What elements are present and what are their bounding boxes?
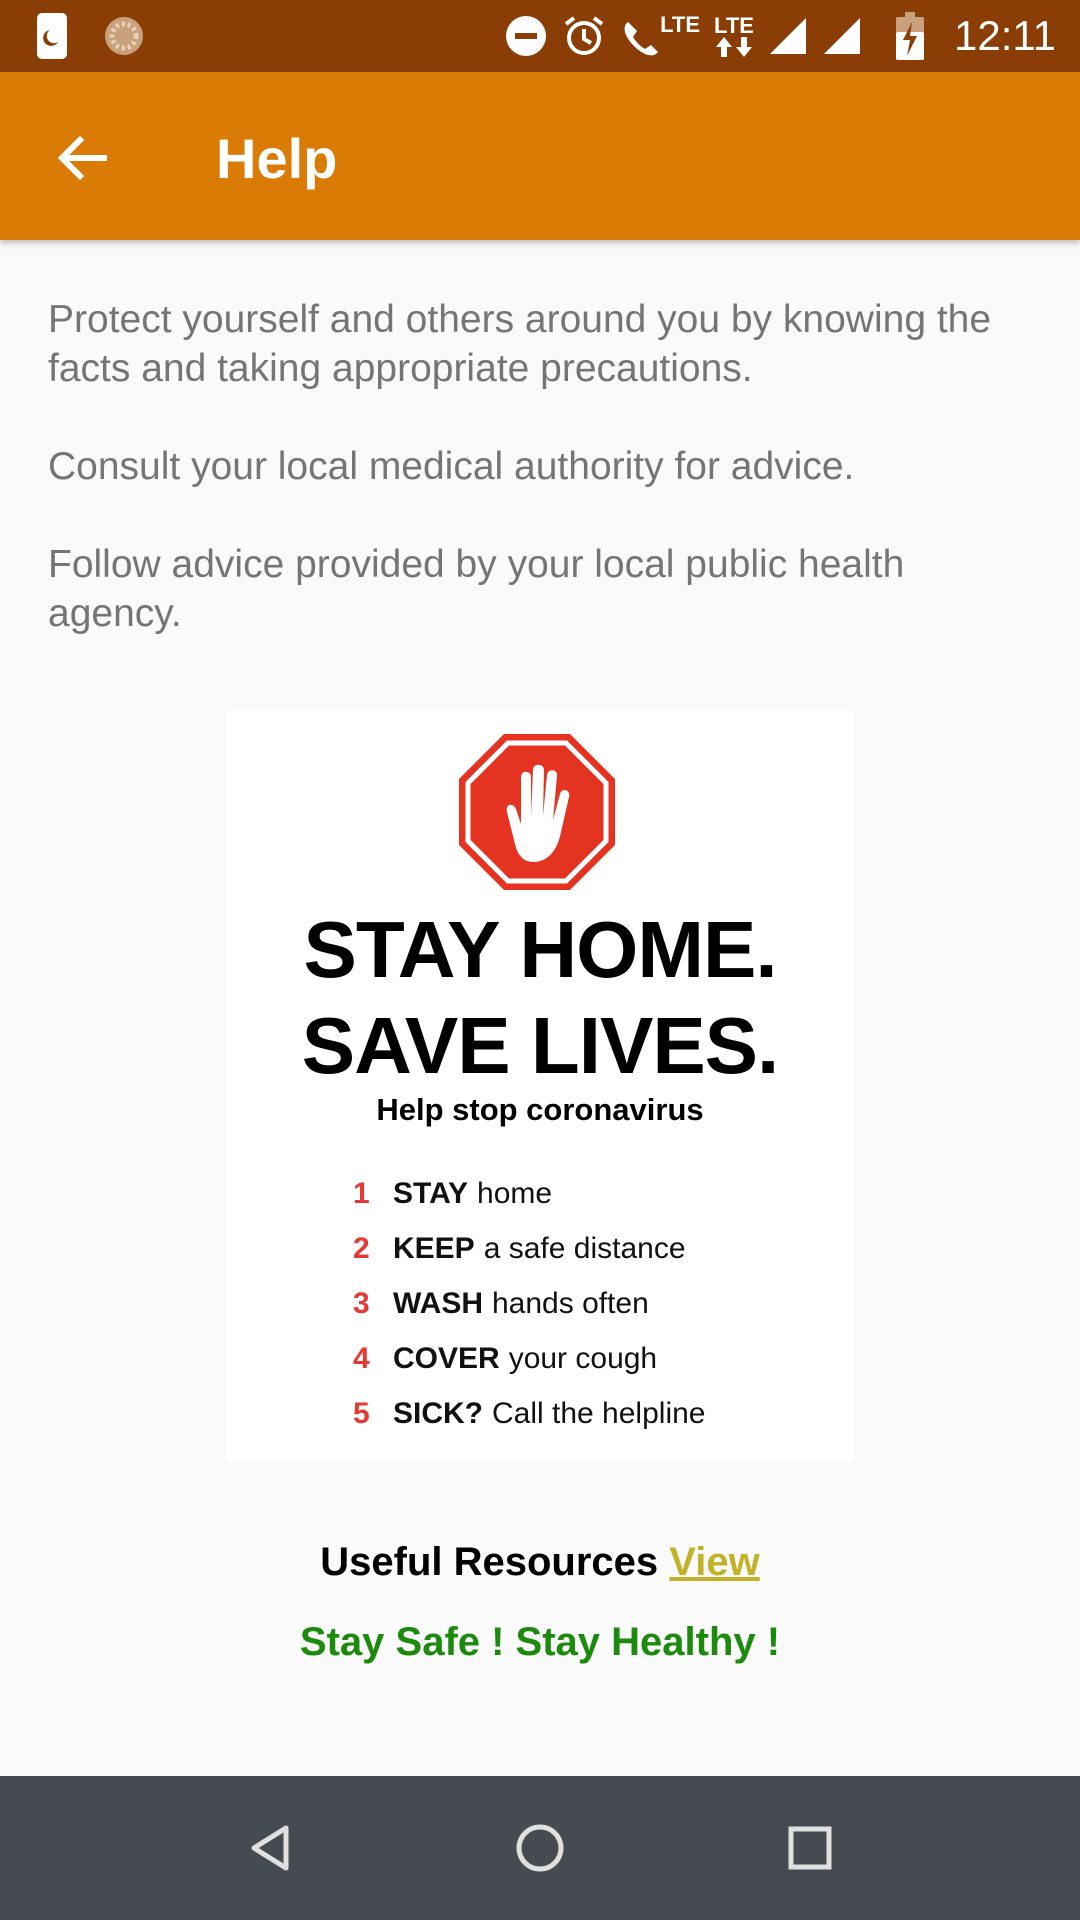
poster-step: 3 WASH hands often <box>353 1276 705 1331</box>
poster-subhead: Help stop coronavirus <box>376 1092 704 1127</box>
navigation-bar <box>0 1776 1080 1920</box>
lte-label: LTE <box>660 12 700 37</box>
back-triangle-icon <box>246 1824 294 1872</box>
signal-icon <box>768 16 808 56</box>
poster-step: 1 STAY home <box>353 1166 705 1221</box>
step-number: 5 <box>353 1396 370 1430</box>
step-number: 2 <box>353 1231 370 1265</box>
step-keyword: KEEP <box>393 1231 475 1265</box>
stop-hand-icon <box>457 732 617 892</box>
app-bar: Help <box>0 72 1080 240</box>
step-text: home <box>477 1176 553 1210</box>
data-arrows-icon: LTE <box>714 15 754 57</box>
intro-paragraph-protect: Protect yourself and others around you b… <box>48 298 992 390</box>
step-keyword: COVER <box>393 1341 500 1375</box>
poster-steps-list: 1 STAY home 2 KEEP a safe distance 3 WAS… <box>353 1166 705 1441</box>
step-keyword: STAY <box>393 1176 469 1210</box>
step-number: 1 <box>353 1176 370 1210</box>
step-number: 4 <box>353 1341 370 1375</box>
page-title: Help <box>216 127 338 190</box>
resources-label: Useful Resources <box>320 1540 659 1584</box>
tagline: Stay Safe ! Stay Healthy ! <box>299 1620 781 1664</box>
notification-app-icon <box>36 12 68 60</box>
do-not-disturb-icon <box>504 14 548 58</box>
poster-headline-save-lives: SAVE LIVES. <box>301 1001 780 1090</box>
step-text: Call the helpline <box>492 1396 706 1430</box>
battery-charging-icon <box>896 12 924 60</box>
useful-resources: Useful Resources View <box>0 1540 1080 1585</box>
stay-home-poster: STAY HOME. SAVE LIVES. Help stop coronav… <box>227 710 853 1460</box>
home-circle-icon <box>515 1823 565 1873</box>
status-bar-notifications <box>36 12 146 60</box>
status-bar: LTE LTE 12:11 <box>0 0 1080 72</box>
signal-icon <box>822 16 862 56</box>
help-content: Protect yourself and others around you b… <box>0 240 1080 1776</box>
step-text: a safe distance <box>483 1231 686 1265</box>
nav-recents-button[interactable] <box>774 1812 846 1884</box>
nav-back-button[interactable] <box>234 1812 306 1884</box>
step-number: 3 <box>353 1286 370 1320</box>
arrow-back-icon <box>54 130 110 186</box>
volte-call-icon: LTE <box>620 14 700 58</box>
alarm-icon <box>562 14 606 58</box>
status-time: 12:11 <box>954 12 1056 59</box>
nav-home-button[interactable] <box>504 1812 576 1884</box>
resources-view-link[interactable]: View <box>669 1540 759 1584</box>
loading-icon <box>102 14 146 58</box>
poster-step: 5 SICK? Call the helpline <box>353 1386 705 1441</box>
status-bar-system: LTE LTE 12:11 <box>504 0 1056 72</box>
back-button[interactable] <box>40 116 124 200</box>
step-keyword: SICK? <box>393 1396 483 1430</box>
lte-label: LTE <box>714 13 754 38</box>
poster-headline-stay-home: STAY HOME. <box>303 905 777 994</box>
poster-step: 4 COVER your cough <box>353 1331 705 1386</box>
step-text: your cough <box>508 1341 658 1375</box>
step-text: hands often <box>492 1286 649 1320</box>
recents-square-icon <box>788 1826 832 1870</box>
intro-paragraph-consult: Consult your local medical authority for… <box>48 445 855 488</box>
step-keyword: WASH <box>393 1286 483 1320</box>
intro-paragraph-follow: Follow advice provided by your local pub… <box>48 543 905 635</box>
poster-step: 2 KEEP a safe distance <box>353 1221 705 1276</box>
